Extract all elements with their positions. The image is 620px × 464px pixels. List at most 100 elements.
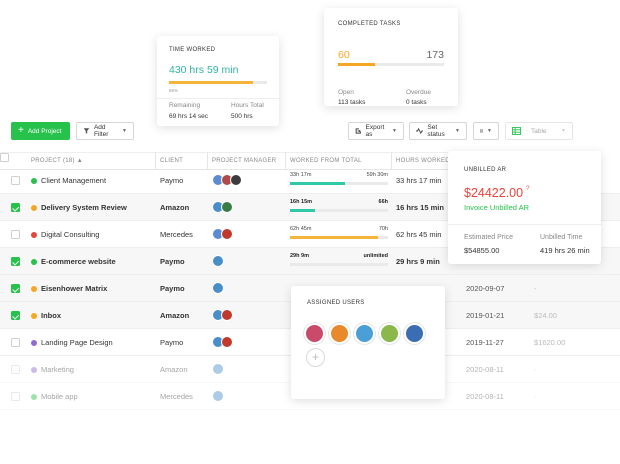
completed-progress — [338, 63, 444, 66]
chevron-down-icon: ▼ — [561, 128, 566, 134]
row-date: 2020-08-11 — [466, 392, 504, 401]
warning-icon: ? — [526, 186, 530, 192]
client-name: Amazon — [160, 311, 190, 320]
avatar — [221, 309, 233, 321]
chevron-down-icon: ▼ — [487, 128, 492, 134]
project-name[interactable]: Delivery System Review — [41, 203, 127, 212]
avatar[interactable] — [304, 323, 325, 344]
project-name[interactable]: Digital Consulting — [41, 230, 99, 239]
client-name: Paymo — [160, 257, 185, 266]
avatar — [221, 228, 233, 240]
header-client[interactable]: CLIENT — [160, 158, 183, 164]
assigned-users-list — [304, 323, 425, 344]
row-amount: - — [534, 392, 537, 401]
set-status-button[interactable]: Set status ▼ — [409, 122, 467, 140]
chevron-down-icon: ▼ — [392, 128, 397, 134]
add-filter-button[interactable]: Add Filter ▼ — [76, 122, 134, 140]
open-label: Open — [338, 89, 354, 96]
avatar[interactable] — [379, 323, 400, 344]
avatar[interactable] — [329, 323, 350, 344]
project-name[interactable]: Mobile app — [41, 392, 78, 401]
hours-total-label: Hours Total — [231, 102, 264, 109]
row-date: 2019-01-21 — [466, 311, 505, 320]
remaining-value: 69 hrs 14 sec — [169, 113, 209, 120]
client-name: Paymo — [160, 338, 184, 347]
time-worked-card: TIME WORKED 430 hrs 59 min 86% Remaining… — [157, 36, 279, 126]
row-checkbox[interactable] — [11, 284, 20, 293]
avatar[interactable] — [354, 323, 375, 344]
row-checkbox[interactable] — [11, 203, 20, 212]
project-name[interactable]: Inbox — [41, 311, 61, 320]
table-view-select[interactable]: Table ▼ — [505, 122, 573, 140]
estimated-price-label: Estimated Price — [464, 234, 514, 241]
activity-icon — [416, 127, 424, 135]
client-name: Paymo — [160, 284, 185, 293]
chevron-down-icon: ▼ — [455, 128, 460, 134]
status-dot — [31, 205, 37, 211]
estimated-price-value: $54855.00 — [464, 246, 500, 255]
row-date: 2020-08-11 — [466, 365, 504, 374]
avatar — [221, 201, 233, 213]
row-checkbox[interactable] — [11, 230, 20, 239]
invoice-unbilled-link[interactable]: Invoice Unbilled AR — [464, 203, 529, 212]
hours-worked: 16 hrs 15 min — [396, 203, 444, 212]
plus-icon: + — [18, 125, 24, 136]
hours-worked: 29 hrs 9 min — [396, 257, 440, 266]
client-name: Mercedes — [160, 230, 193, 239]
select-all-checkbox[interactable] — [0, 153, 9, 162]
avatar[interactable] — [404, 323, 425, 344]
unbilled-ar-card: UNBILLED AR $24422.00? Invoice Unbilled … — [448, 151, 601, 264]
row-amount: - — [534, 284, 537, 293]
project-name[interactable]: Client Management — [41, 176, 106, 185]
row-checkbox[interactable] — [11, 392, 20, 401]
open-value: 113 tasks — [338, 99, 366, 106]
project-name[interactable]: Eisenhower Matrix — [41, 284, 107, 293]
header-hours[interactable]: HOURS WORKED — [396, 158, 450, 164]
row-checkbox[interactable] — [11, 176, 20, 185]
avatar — [212, 255, 224, 267]
completed-count: 60 — [338, 49, 350, 61]
assigned-users-card: ASSIGNED USERS + — [291, 286, 445, 399]
status-dot — [31, 178, 37, 184]
status-dot — [31, 394, 37, 400]
filter-icon — [83, 128, 90, 134]
add-project-button[interactable]: + Add Project — [11, 122, 70, 140]
status-dot — [31, 232, 37, 238]
add-user-button[interactable]: + — [306, 348, 325, 367]
table-icon — [512, 127, 521, 135]
columns-view-button[interactable]: ▼ — [473, 122, 499, 140]
unbilled-amount: $24422.00? — [464, 186, 530, 200]
manager-avatars — [212, 309, 233, 321]
total-count: 173 — [426, 49, 444, 61]
manager-avatars — [212, 336, 233, 348]
header-project[interactable]: PROJECT (18) ▲ — [31, 158, 83, 164]
overdue-label: Overdue — [406, 89, 431, 96]
time-worked-total: 430 hrs 59 min — [169, 64, 239, 76]
manager-avatars — [212, 174, 242, 186]
time-worked-title: TIME WORKED — [169, 47, 216, 53]
project-name[interactable]: E-commerce website — [41, 257, 116, 266]
status-dot — [31, 340, 37, 346]
export-button[interactable]: Export as ▼ — [348, 122, 404, 140]
assigned-users-title: ASSIGNED USERS — [307, 300, 365, 306]
row-checkbox[interactable] — [11, 365, 20, 374]
header-manager[interactable]: PROJECT MANAGER — [212, 158, 276, 164]
time-worked-progress — [169, 81, 267, 84]
completed-tasks-title: COMPLETED TASKS — [338, 21, 401, 27]
hours-total-value: 500 hrs — [231, 113, 253, 120]
project-name[interactable]: Marketing — [41, 365, 74, 374]
row-checkbox[interactable] — [11, 311, 20, 320]
row-amount: $1620.00 — [534, 338, 566, 347]
time-worked-percent: 86% — [169, 88, 179, 93]
manager-avatars — [212, 390, 224, 402]
header-worked[interactable]: WORKED FROM TOTAL — [290, 158, 362, 164]
row-checkbox[interactable] — [11, 338, 20, 347]
completed-tasks-card: COMPLETED TASKS 60 173 Open 113 tasks Ov… — [324, 8, 458, 106]
row-amount: $24.00 — [534, 311, 557, 320]
avatar — [230, 174, 242, 186]
client-name: Amazon — [160, 365, 188, 374]
overdue-value: 0 tasks — [406, 99, 427, 106]
row-amount: - — [534, 365, 537, 374]
project-name[interactable]: Landing Page Design — [41, 338, 113, 347]
row-checkbox[interactable] — [11, 257, 20, 266]
